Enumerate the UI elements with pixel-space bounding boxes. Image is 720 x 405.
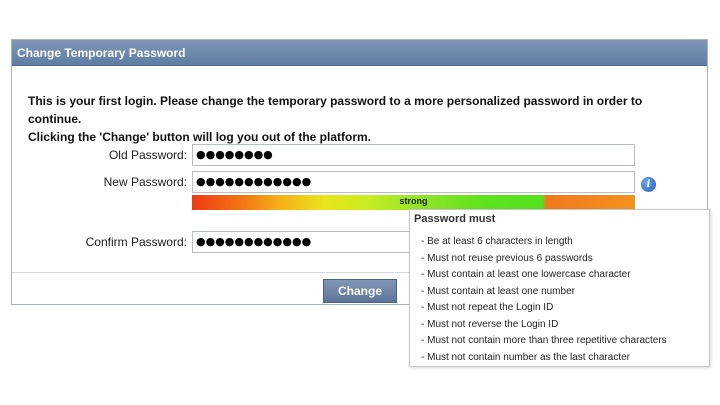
dialog-title: Change Temporary Password — [12, 40, 707, 66]
intro-text: This is your first login. Please change … — [28, 92, 698, 146]
strength-label: strong — [399, 196, 428, 206]
password-rules-list: - Be at least 6 characters in length - M… — [421, 234, 667, 366]
old-password-label: Old Password: — [108, 148, 187, 162]
new-password-field[interactable]: ●●●●●●●●●●●● — [192, 171, 635, 193]
old-password-field[interactable]: ●●●●●●●● — [192, 144, 635, 166]
confirm-password-label: Confirm Password: — [85, 235, 187, 249]
info-icon[interactable]: i — [641, 177, 656, 192]
rule-item: - Must not contain number as the last ch… — [421, 351, 630, 363]
rule-item: - Must not reuse previous 6 passwords — [421, 252, 593, 264]
rule-item: - Must not repeat the Login ID — [421, 302, 554, 313]
rule-item: - Must contain at least one number — [421, 285, 575, 297]
rule-item: - Must not contain more than three repet… — [421, 335, 667, 346]
rule-item: - Be at least 6 characters in length — [421, 236, 573, 247]
password-rules-tooltip: Password must - Be at least 6 characters… — [409, 209, 710, 367]
new-password-label: New Password: — [103, 175, 187, 189]
tooltip-title: Password must — [414, 213, 496, 225]
rule-item: - Must not reverse the Login ID — [421, 318, 559, 330]
change-button[interactable]: Change — [323, 279, 397, 303]
password-strength-meter: strong — [192, 195, 635, 210]
rule-item: - Must contain at least one lowercase ch… — [421, 269, 631, 280]
intro-line-1: This is your first login. Please change … — [28, 94, 643, 126]
